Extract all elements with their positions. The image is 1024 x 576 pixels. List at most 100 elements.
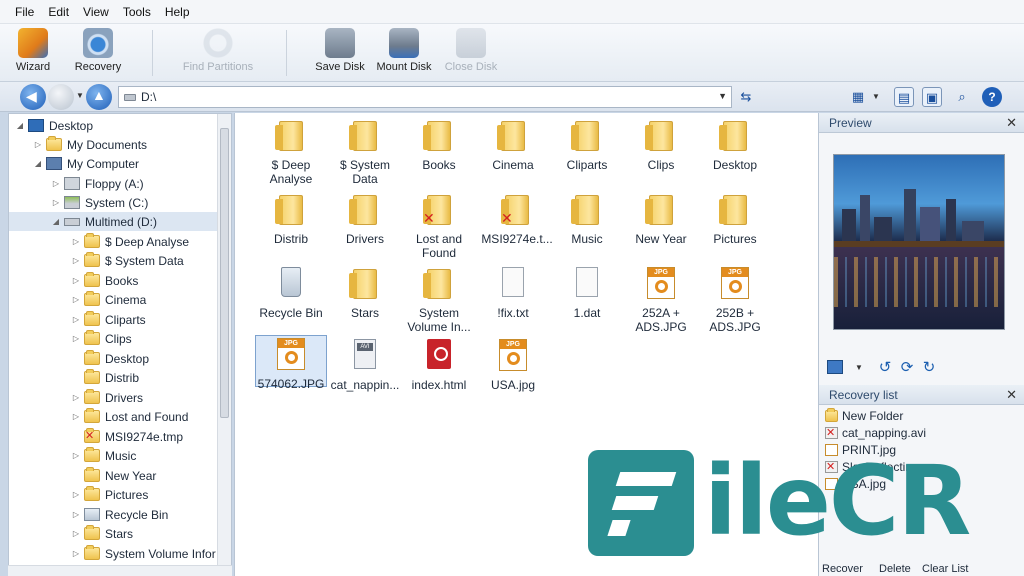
tree-item-folder[interactable]: ▷ $ Deep Analyse xyxy=(71,232,189,251)
tree-item-my-documents[interactable]: ▷ My Documents xyxy=(33,135,147,154)
tree-scrollbar[interactable] xyxy=(217,114,231,567)
tree-scroll-thumb[interactable] xyxy=(220,128,229,418)
history-dropdown-icon[interactable]: ▼ xyxy=(76,91,84,100)
file-item[interactable]: ✕ Lost and Found xyxy=(403,191,475,260)
expand-icon[interactable]: ▷ xyxy=(71,276,81,285)
expand-icon[interactable]: ▷ xyxy=(71,256,81,265)
tree-item-folder[interactable]: ▷ Stars xyxy=(71,524,133,543)
expand-icon[interactable]: ▷ xyxy=(71,315,81,324)
expand-icon[interactable]: ▷ xyxy=(71,393,81,402)
rotate-left-icon[interactable]: ↺ xyxy=(877,360,893,376)
save-icon[interactable]: ▣ xyxy=(922,87,942,107)
up-button[interactable]: ▲ xyxy=(86,84,112,110)
tree-item-floppy[interactable]: ▷ Floppy (A:) xyxy=(51,174,144,193)
file-item[interactable]: index.html xyxy=(403,337,475,392)
wizard-button[interactable]: Wizard xyxy=(10,26,56,80)
expand-icon[interactable]: ▷ xyxy=(51,198,61,207)
expand-icon[interactable]: ◢ xyxy=(51,217,61,226)
menu-edit[interactable]: Edit xyxy=(41,5,76,19)
clear-list-button[interactable]: Clear List xyxy=(922,563,968,575)
tree-item-folder[interactable]: ▷ System Volume Infor xyxy=(71,544,216,563)
file-item[interactable]: Pictures xyxy=(699,191,771,246)
refresh-icon[interactable]: ⟳ xyxy=(899,360,915,376)
file-item[interactable]: $ System Data xyxy=(329,117,401,186)
expand-icon[interactable]: ◢ xyxy=(33,159,43,168)
find-partitions-button[interactable]: Find Partitions xyxy=(178,26,258,80)
menu-tools[interactable]: Tools xyxy=(116,5,158,19)
expand-icon[interactable]: ▷ xyxy=(71,549,81,558)
tree-item-folder[interactable]: New Year xyxy=(71,466,156,485)
file-item[interactable]: AVI cat_nappin... xyxy=(329,337,401,392)
delete-button[interactable]: Delete xyxy=(879,563,911,575)
preview-pane-icon[interactable]: ▤ xyxy=(894,87,914,107)
tree-item-folder[interactable]: Distrib xyxy=(71,368,139,387)
tree-item-system-c[interactable]: ▷ System (C:) xyxy=(51,193,148,212)
file-item[interactable]: JPG 252B + ADS.JPG xyxy=(699,265,771,334)
expand-icon[interactable]: ▷ xyxy=(71,490,81,499)
forward-button[interactable] xyxy=(48,84,74,110)
file-item[interactable]: !fix.txt xyxy=(477,265,549,320)
tree-item-deleted-folder[interactable]: ✕ MSI9274e.tmp xyxy=(71,427,183,446)
save-disk-button[interactable]: Save Disk xyxy=(312,26,368,80)
go-icon[interactable]: ⇆ xyxy=(736,87,756,107)
expand-icon[interactable]: ▷ xyxy=(71,334,81,343)
file-item[interactable]: Desktop xyxy=(699,117,771,172)
view-dropdown-icon[interactable]: ▼ xyxy=(872,92,880,101)
file-item[interactable]: Books xyxy=(403,117,475,172)
expand-icon[interactable]: ▷ xyxy=(71,237,81,246)
menu-file[interactable]: File xyxy=(8,5,41,19)
back-button[interactable]: ◀ xyxy=(20,84,46,110)
file-item[interactable]: JPG USA.jpg xyxy=(477,337,549,392)
mount-disk-button[interactable]: Mount Disk xyxy=(372,26,436,80)
tree-item-folder[interactable]: ▷ Clips xyxy=(71,329,132,348)
file-item[interactable]: Distrib xyxy=(255,191,327,246)
tree-item-folder[interactable]: ▷ Pictures xyxy=(71,485,148,504)
file-item[interactable]: ✕ MSI9274e.t... xyxy=(477,191,557,246)
tree-item-folder[interactable]: ▷ Cinema xyxy=(71,290,146,309)
expand-icon[interactable]: ▷ xyxy=(71,529,81,538)
file-item[interactable]: Cinema xyxy=(477,117,549,172)
address-dropdown-icon[interactable]: ▼ xyxy=(718,91,727,101)
tree-item-folder[interactable]: Desktop xyxy=(71,349,149,368)
expand-icon[interactable]: ▷ xyxy=(71,295,81,304)
menu-view[interactable]: View xyxy=(76,5,116,19)
file-item[interactable]: Recycle Bin xyxy=(255,265,327,320)
tree-item-recycle-bin[interactable]: ▷ Recycle Bin xyxy=(71,505,168,524)
file-item[interactable]: $ Deep Analyse xyxy=(255,117,327,186)
file-item-selected[interactable]: JPG 574062.JPG xyxy=(255,335,327,391)
view-options-dropdown-icon[interactable]: ▼ xyxy=(855,363,863,372)
expand-icon[interactable]: ▷ xyxy=(71,510,81,519)
file-item[interactable]: Drivers xyxy=(329,191,401,246)
file-item[interactable]: Cliparts xyxy=(551,117,623,172)
file-item[interactable]: New Year xyxy=(625,191,697,246)
recover-button[interactable]: Recover xyxy=(822,563,863,575)
recovery-list-item[interactable]: ✕ cat_napping.avi xyxy=(825,424,1024,441)
expand-icon[interactable]: ▷ xyxy=(71,451,81,460)
tree-item-folder[interactable]: ▷ Music xyxy=(71,446,136,465)
tree-item-my-computer[interactable]: ◢ My Computer xyxy=(33,154,139,173)
tree-item-folder[interactable]: ▷ Lost and Found xyxy=(71,407,188,426)
file-item[interactable]: System Volume In... xyxy=(403,265,475,334)
tree-item-desktop[interactable]: ◢ Desktop xyxy=(15,116,93,135)
tree-horizontal-scrollbar[interactable] xyxy=(8,565,232,576)
file-item[interactable]: Stars xyxy=(329,265,401,320)
file-item[interactable]: 1.dat xyxy=(551,265,623,320)
recovery-button[interactable]: Recovery xyxy=(70,26,126,80)
help-icon[interactable]: ? xyxy=(982,87,1002,107)
close-icon[interactable]: ✕ xyxy=(1006,115,1017,131)
file-item[interactable]: Clips xyxy=(625,117,697,172)
expand-icon[interactable]: ▷ xyxy=(71,412,81,421)
close-icon[interactable]: ✕ xyxy=(1006,387,1017,403)
tree-item-folder[interactable]: ▷ Drivers xyxy=(71,388,143,407)
search-icon[interactable]: ⌕ xyxy=(952,87,972,107)
menu-help[interactable]: Help xyxy=(158,5,197,19)
tree-item-folder[interactable]: ▷ Cliparts xyxy=(71,310,146,329)
expand-icon[interactable]: ▷ xyxy=(51,179,61,188)
file-item[interactable]: Music xyxy=(551,191,623,246)
tree-item-folder[interactable]: ▷ $ System Data xyxy=(71,251,184,270)
file-item[interactable]: JPG 252A + ADS.JPG xyxy=(625,265,697,334)
tree-item-multimed-d[interactable]: ◢ Multimed (D:) xyxy=(9,212,219,231)
close-disk-button[interactable]: Close Disk xyxy=(442,26,500,80)
expand-icon[interactable]: ▷ xyxy=(33,140,43,149)
rotate-right-icon[interactable]: ↻ xyxy=(921,360,937,376)
